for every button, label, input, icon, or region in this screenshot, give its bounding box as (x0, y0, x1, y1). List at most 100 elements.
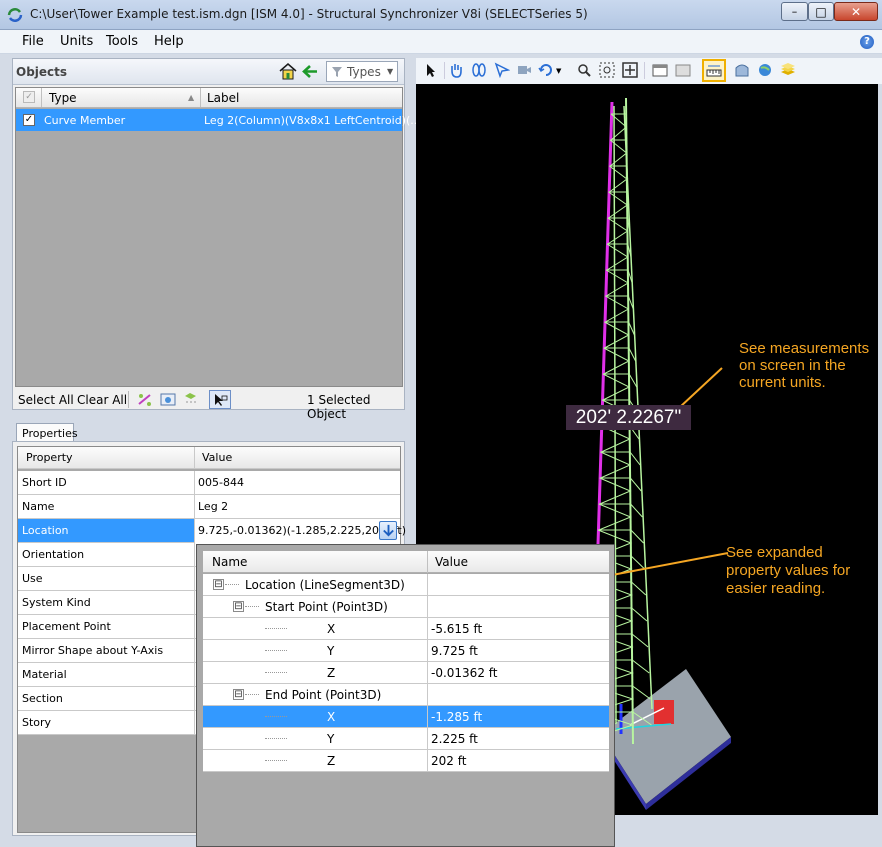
column-header-label[interactable]: Label (207, 91, 239, 105)
tree-row[interactable]: ⊟ Start Point (Point3D) (203, 596, 609, 618)
row-checkbox[interactable]: ✓ (23, 114, 35, 126)
isolate-icon[interactable] (137, 392, 153, 407)
select-column-header[interactable]: ✓ (16, 88, 42, 107)
tree-row[interactable]: ⊟ Location (LineSegment3D) (203, 574, 609, 596)
property-name: Name (22, 500, 55, 513)
orbit-chevron-down-icon[interactable]: ▼ (556, 67, 561, 75)
tree-name: Location (LineSegment3D) (245, 578, 405, 592)
tree-row[interactable]: X -5.615 ft (203, 618, 609, 640)
objects-grid: ✓ Type ▲ Label ✓ Curve Member Leg 2(Colu… (15, 87, 421, 387)
clear-all-button[interactable]: Clear All (77, 393, 127, 407)
column-header-type[interactable]: Type (49, 91, 77, 105)
minimize-icon: – (791, 5, 798, 18)
layers-icon[interactable] (780, 62, 796, 78)
help-icon[interactable]: ? (860, 35, 874, 49)
tree-name: Y (327, 644, 335, 658)
property-value: 005-844 (198, 476, 244, 489)
types-label: Types (347, 65, 381, 79)
select-all-checkbox[interactable]: ✓ (23, 91, 35, 103)
tree-value: 9.725 ft (431, 644, 478, 658)
tab-properties[interactable]: Properties (16, 423, 78, 442)
popup-grid-header: Name Value (203, 551, 609, 573)
property-name: Location (22, 524, 69, 537)
zoom-window-icon[interactable] (599, 62, 615, 78)
property-name: Section (22, 692, 63, 705)
sort-asc-icon: ▲ (188, 93, 195, 102)
tree-row[interactable]: Z 202 ft (203, 750, 609, 772)
property-row[interactable]: Location 9.725,-0.01362)(-1.285,2.225,202… (18, 519, 406, 543)
chevron-down-icon: ▼ (387, 67, 394, 76)
menu-help[interactable]: Help (154, 34, 184, 49)
location-expanded-popup: Name Value ⊟ Location (LineSegment3D) ⊟ Sta… (196, 544, 615, 847)
zoom-icon[interactable] (576, 62, 592, 78)
property-value: 9.725,-0.01362)(-1.285,2.225,202) ft) (198, 524, 407, 537)
walk-icon[interactable] (471, 62, 487, 78)
property-name: Story (22, 716, 52, 729)
column-header-property: Property (26, 451, 73, 464)
title-bar: C:\User\Tower Example test.ism.dgn [ISM … (0, 0, 882, 30)
types-filter-dropdown[interactable]: Types ▼ (326, 61, 398, 82)
callout-measurements: See measurements on screen in the curren… (739, 340, 870, 391)
view-frame-icon[interactable] (675, 62, 691, 78)
property-name: Mirror Shape about Y-Axis (22, 644, 164, 657)
collapse-icon[interactable]: ⊟ (233, 601, 244, 612)
app-icon (7, 8, 23, 22)
tree-row[interactable]: X -1.285 ft (203, 706, 609, 728)
globe-icon[interactable] (757, 62, 773, 78)
callout-expanded-values: See expanded property values for easier … (726, 544, 851, 597)
view-toolbar: ▼ (416, 58, 882, 84)
property-name: Use (22, 572, 43, 585)
column-header-name: Name (212, 555, 248, 569)
objects-toolbar: Select All Clear All 1 Selected Object (13, 389, 404, 421)
select-all-button[interactable]: Select All (18, 393, 74, 407)
menu-tools[interactable]: Tools (106, 34, 138, 49)
menu-bar: File Units Tools Help (0, 30, 882, 54)
property-name: System Kind (22, 596, 91, 609)
property-row[interactable]: Name Leg 2 (18, 495, 400, 519)
property-value: Leg 2 (198, 500, 229, 513)
tree-row[interactable]: Y 2.225 ft (203, 728, 609, 750)
maximize-icon: □ (815, 4, 827, 19)
tree-name: Z (327, 666, 336, 680)
table-row[interactable]: ✓ Curve Member Leg 2(Column)(V8x8x1 Left… (16, 109, 421, 131)
view-window-icon[interactable] (652, 62, 668, 78)
fly-icon[interactable] (494, 62, 510, 78)
render-mode-icon[interactable] (734, 62, 750, 78)
tree-value: -5.615 ft (431, 622, 483, 636)
orbit-icon[interactable] (538, 62, 554, 78)
expand-value-button[interactable] (379, 521, 397, 540)
cursor-select-icon (215, 394, 228, 406)
tree-row[interactable]: Y 9.725 ft (203, 640, 609, 662)
collapse-icon[interactable]: ⊟ (233, 689, 244, 700)
select-arrow-icon[interactable] (422, 62, 438, 78)
column-header-value: Value (202, 451, 233, 464)
property-name: Short ID (22, 476, 67, 489)
camera-icon[interactable] (516, 62, 532, 78)
minimize-button[interactable]: – (781, 2, 808, 21)
measure-button[interactable] (702, 59, 726, 82)
zoom-to-selection-icon[interactable] (160, 392, 176, 407)
property-name: Placement Point (22, 620, 111, 633)
arrow-down-icon (383, 524, 394, 537)
maximize-button[interactable]: □ (808, 2, 834, 21)
back-arrow-icon[interactable] (302, 64, 318, 79)
column-header-popup-value: Value (435, 555, 468, 569)
measure-ruler-icon (706, 65, 722, 77)
tree-name: Z (327, 754, 336, 768)
objects-title: Objects (16, 65, 68, 79)
property-name: Material (22, 668, 67, 681)
menu-file[interactable]: File (22, 34, 44, 49)
selection-mode-button[interactable] (209, 390, 231, 409)
collapse-icon[interactable]: ⊟ (213, 579, 224, 590)
tree-row[interactable]: Z -0.01362 ft (203, 662, 609, 684)
menu-units[interactable]: Units (60, 34, 93, 49)
fit-view-icon[interactable] (622, 62, 638, 78)
row-type: Curve Member (44, 114, 126, 127)
pan-hand-icon[interactable] (448, 62, 464, 78)
close-button[interactable]: ✕ (834, 2, 878, 21)
property-row[interactable]: Short ID 005-844 (18, 471, 400, 495)
tree-row[interactable]: ⊟ End Point (Point3D) (203, 684, 609, 706)
hide-selection-icon[interactable] (183, 392, 199, 407)
properties-grid-header: Property Value (18, 447, 400, 469)
home-icon[interactable] (279, 63, 297, 80)
